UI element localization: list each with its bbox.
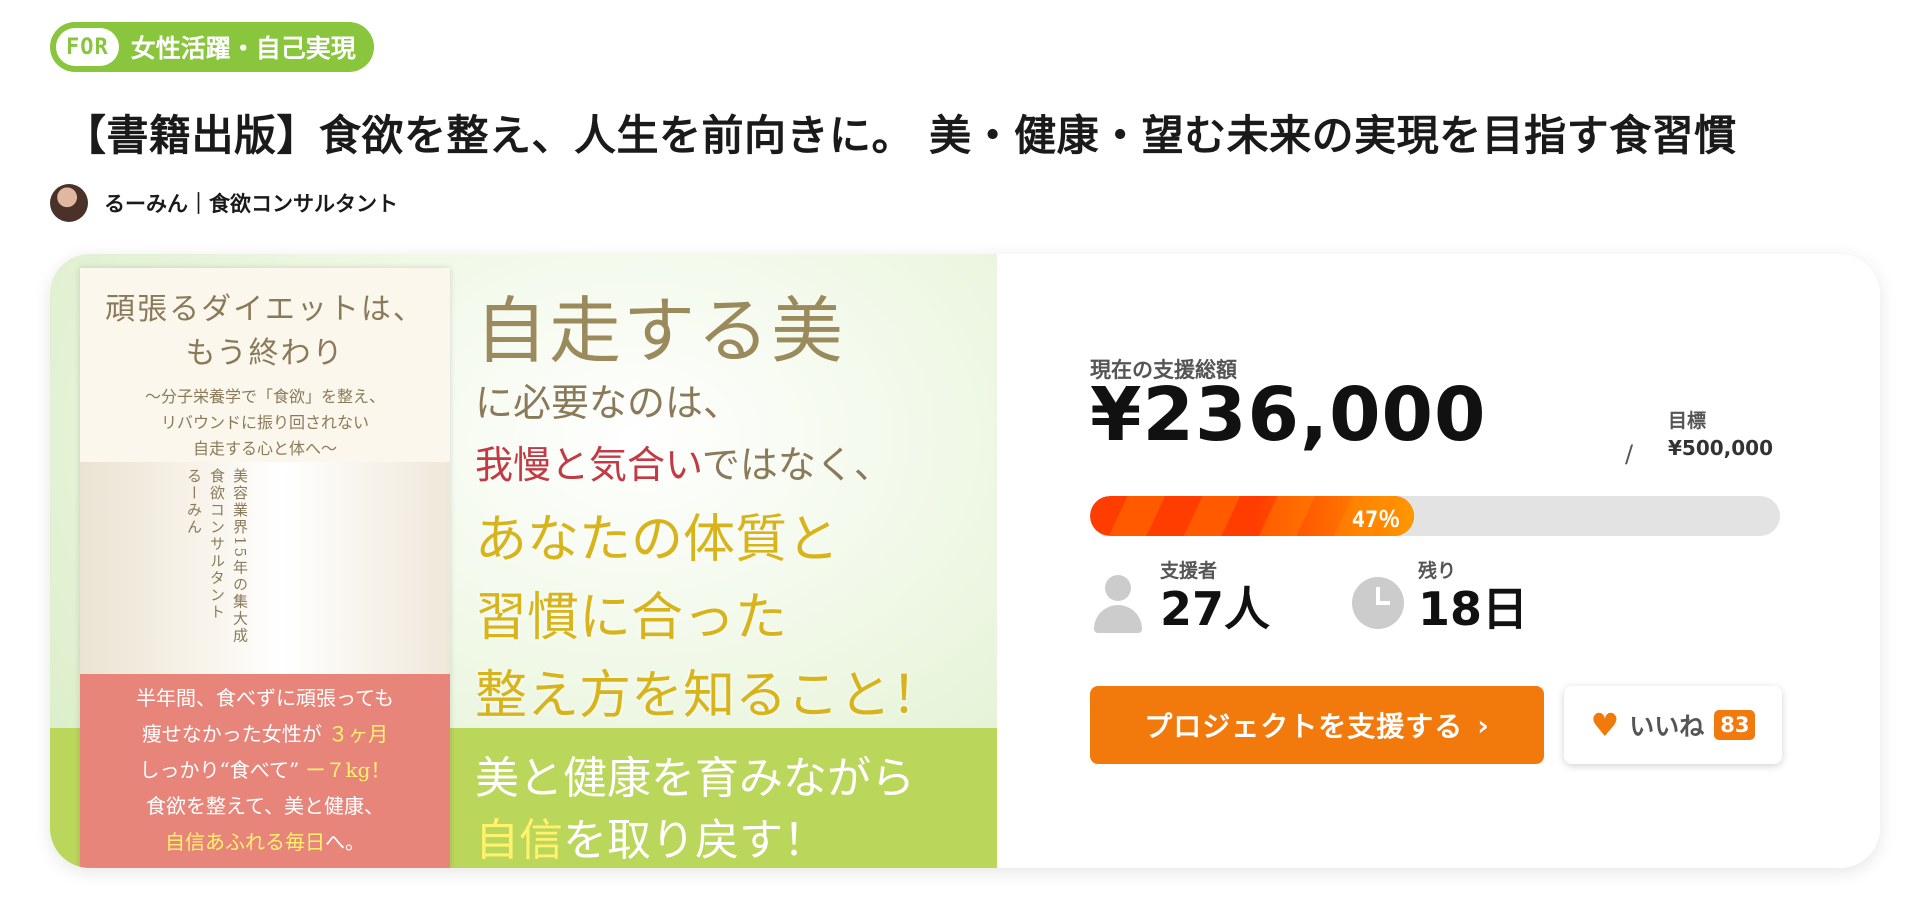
supporters-label: 支援者	[1160, 560, 1218, 582]
clock-icon	[1352, 577, 1404, 629]
book-title: 頑張るダイエットは、 もう終わり	[80, 288, 450, 376]
book-vertical-text-1: 美容業界15年の集大成	[231, 468, 249, 645]
progress-fill: 47％	[1090, 496, 1415, 536]
hero-headline-6: 整え方を知ること！	[475, 666, 944, 726]
hero-headline-3-text: ではなく、	[701, 443, 892, 487]
band-line-4: 食欲を整えて、美と健康、	[146, 794, 384, 818]
book-title-line-1: 頑張るダイエットは、	[105, 292, 425, 327]
band-line-5-text: へ。	[325, 830, 365, 854]
band-line-5-highlight: 自信あふれる毎日	[165, 830, 325, 854]
hero-headline-8-highlight: 自信	[475, 815, 563, 866]
hero-headline-7: 美と健康を育みながら	[475, 753, 915, 804]
hero-headline-2: に必要なのは、	[475, 381, 742, 425]
book-vertical-text-2: 食欲コンサルタント	[208, 468, 226, 621]
band-line-2-text: 痩せなかった女性が	[141, 722, 322, 746]
band-line-1: 半年間、食べずに頑張っても	[136, 686, 394, 710]
project-card: 頑張るダイエットは、 もう終わり 〜分子栄養学で「食欲」を整え、 リバウンドに振…	[50, 254, 1880, 868]
funding-stats: 現在の支援総額 ¥236,000 / 目標 ¥500,000 47％ 支援者 2…	[1090, 254, 1850, 868]
project-title: 【書籍出版】食欲を整え、人生を前向きに。 美・健康・望む未来の実現を目指す食習慣	[64, 111, 1737, 160]
goal-separator: /	[1625, 440, 1634, 468]
hero-headline-3: 我慢と気合いではなく、	[475, 434, 892, 489]
chevron-right-icon: ›	[1477, 708, 1490, 742]
progress-percent: 47％	[1351, 508, 1401, 533]
hero-headline-3-highlight: 我慢と気合い	[475, 443, 702, 487]
supporters-metric: 支援者 27人	[1090, 556, 1270, 635]
book-vertical-text-3: るーみん	[185, 468, 203, 536]
like-label: いいね	[1629, 712, 1705, 741]
book-band: 半年間、食べずに頑張っても 痩せなかった女性が ３ヶ月 しっかり“食べて” ー７…	[80, 674, 450, 868]
goal-label: 目標	[1668, 410, 1707, 432]
like-button[interactable]: ♥ いいね 83	[1564, 686, 1782, 764]
remaining-label: 残り	[1418, 560, 1457, 582]
book-cover: 頑張るダイエットは、 もう終わり 〜分子栄養学で「食欲」を整え、 リバウンドに振…	[80, 268, 450, 868]
hero-headline-1: 自走する美	[475, 289, 846, 373]
book-title-line-2: もう終わり	[185, 336, 345, 371]
support-project-button[interactable]: プロジェクトを支援する ›	[1090, 686, 1544, 764]
goal-amount: ¥500,000	[1668, 436, 1774, 460]
hero-headline-4: あなたの体質と	[475, 510, 840, 570]
hero-image: 頑張るダイエットは、 もう終わり 〜分子栄養学で「食欲」を整え、 リバウンドに振…	[50, 254, 997, 868]
like-count: 83	[1714, 710, 1756, 740]
band-line-5: 自信あふれる毎日へ。	[80, 824, 450, 860]
remaining-metric: 残り 18日	[1352, 556, 1528, 635]
band-line-3-text: しっかり“食べて”	[139, 758, 300, 782]
hero-headline-8-text: を取り戻す！	[563, 815, 827, 866]
hero-headline-8: 自信を取り戻す！	[475, 804, 827, 868]
book-subtitle: 〜分子栄養学で「食欲」を整え、 リバウンドに振り回されない 自走する心と体へ〜	[144, 387, 385, 458]
supporters-value: 27人	[1160, 582, 1271, 636]
band-line-2-highlight: ３ヶ月	[328, 722, 389, 746]
progress-bar: 47％	[1090, 496, 1780, 536]
band-line-2: 痩せなかった女性が ３ヶ月	[80, 716, 450, 752]
category-badge[interactable]: FOR 女性活躍・自己実現	[50, 22, 374, 72]
heart-icon: ♥	[1590, 706, 1620, 744]
band-line-3: しっかり“食べて” ー７kg！	[80, 752, 450, 788]
remaining-value: 18日	[1418, 582, 1529, 636]
author-name: るーみん｜食欲コンサルタント	[104, 192, 398, 216]
avatar	[50, 184, 88, 222]
for-label: FOR	[56, 28, 119, 66]
hero-headline-5: 習慣に合った	[475, 588, 788, 648]
book-photo	[80, 462, 450, 868]
author-link[interactable]: るーみん｜食欲コンサルタント	[50, 184, 398, 222]
band-line-3-highlight: ー７kg！	[305, 758, 391, 782]
category-name: 女性活躍・自己実現	[130, 34, 356, 63]
raised-amount: ¥236,000	[1090, 372, 1487, 458]
support-button-label: プロジェクトを支援する	[1144, 710, 1464, 743]
person-icon	[1090, 571, 1146, 635]
